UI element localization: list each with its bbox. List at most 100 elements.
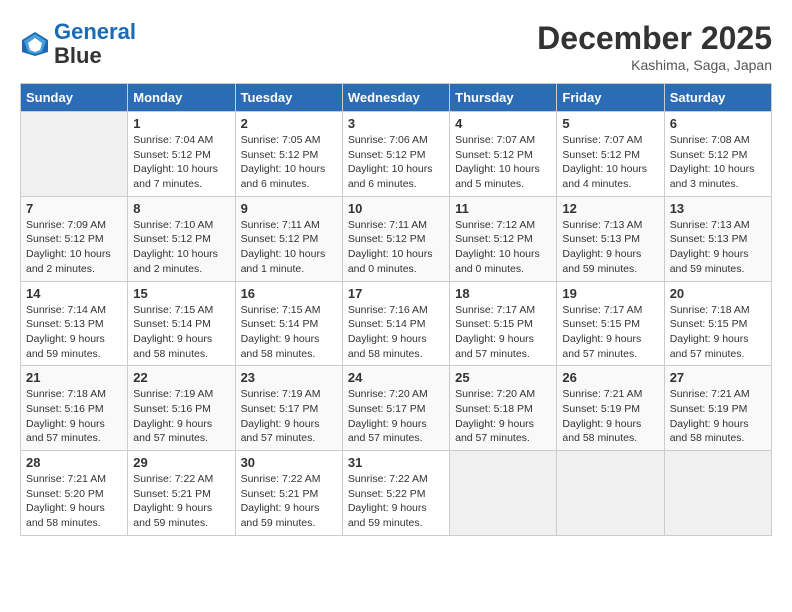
calendar-week-3: 14 Sunrise: 7:14 AM Sunset: 5:13 PM Dayli… <box>21 281 772 366</box>
day-info: Sunrise: 7:06 AM Sunset: 5:12 PM Dayligh… <box>348 133 444 192</box>
day-info: Sunrise: 7:14 AM Sunset: 5:13 PM Dayligh… <box>26 303 122 362</box>
day-info: Sunrise: 7:09 AM Sunset: 5:12 PM Dayligh… <box>26 218 122 277</box>
day-number: 10 <box>348 201 444 216</box>
day-number: 31 <box>348 455 444 470</box>
calendar-cell <box>557 451 664 536</box>
day-number: 25 <box>455 370 551 385</box>
day-number: 13 <box>670 201 766 216</box>
calendar-cell <box>450 451 557 536</box>
calendar-cell: 28 Sunrise: 7:21 AM Sunset: 5:20 PM Dayli… <box>21 451 128 536</box>
day-info: Sunrise: 7:21 AM Sunset: 5:20 PM Dayligh… <box>26 472 122 531</box>
calendar-cell: 7 Sunrise: 7:09 AM Sunset: 5:12 PM Daylig… <box>21 196 128 281</box>
calendar-cell: 20 Sunrise: 7:18 AM Sunset: 5:15 PM Dayli… <box>664 281 771 366</box>
calendar-cell: 15 Sunrise: 7:15 AM Sunset: 5:14 PM Dayli… <box>128 281 235 366</box>
calendar-cell: 8 Sunrise: 7:10 AM Sunset: 5:12 PM Daylig… <box>128 196 235 281</box>
day-info: Sunrise: 7:04 AM Sunset: 5:12 PM Dayligh… <box>133 133 229 192</box>
day-number: 1 <box>133 116 229 131</box>
calendar-cell: 2 Sunrise: 7:05 AM Sunset: 5:12 PM Daylig… <box>235 112 342 197</box>
calendar-cell: 16 Sunrise: 7:15 AM Sunset: 5:14 PM Dayli… <box>235 281 342 366</box>
day-number: 2 <box>241 116 337 131</box>
logo-icon <box>20 30 50 58</box>
day-number: 5 <box>562 116 658 131</box>
day-info: Sunrise: 7:18 AM Sunset: 5:15 PM Dayligh… <box>670 303 766 362</box>
day-number: 8 <box>133 201 229 216</box>
calendar-cell: 19 Sunrise: 7:17 AM Sunset: 5:15 PM Dayli… <box>557 281 664 366</box>
day-number: 19 <box>562 286 658 301</box>
day-number: 16 <box>241 286 337 301</box>
day-number: 9 <box>241 201 337 216</box>
day-info: Sunrise: 7:08 AM Sunset: 5:12 PM Dayligh… <box>670 133 766 192</box>
calendar-table: SundayMondayTuesdayWednesdayThursdayFrid… <box>20 83 772 536</box>
weekday-header-sunday: Sunday <box>21 84 128 112</box>
weekday-header-saturday: Saturday <box>664 84 771 112</box>
day-number: 23 <box>241 370 337 385</box>
calendar-week-4: 21Sunrise: 7:18 AM Sunset: 5:16 PM Dayli… <box>21 366 772 451</box>
day-number: 20 <box>670 286 766 301</box>
calendar-cell: 27 Sunrise: 7:21 AM Sunset: 5:19 PM Dayli… <box>664 366 771 451</box>
day-number: 26 <box>562 370 658 385</box>
calendar-cell: 9 Sunrise: 7:11 AM Sunset: 5:12 PM Daylig… <box>235 196 342 281</box>
day-number: 22 <box>133 370 229 385</box>
day-info: Sunrise: 7:21 AM Sunset: 5:19 PM Dayligh… <box>562 387 658 446</box>
logo-line2: Blue <box>54 44 136 68</box>
day-info: Sunrise: 7:17 AM Sunset: 5:15 PM Dayligh… <box>562 303 658 362</box>
day-info: Sunrise: 7:19 AM Sunset: 5:16 PM Dayligh… <box>133 387 229 446</box>
calendar-cell: 22 Sunrise: 7:19 AM Sunset: 5:16 PM Dayli… <box>128 366 235 451</box>
calendar-cell: 4Sunrise: 7:07 AM Sunset: 5:12 PM Daylig… <box>450 112 557 197</box>
day-info: Sunrise: 7:07 AM Sunset: 5:12 PM Dayligh… <box>455 133 551 192</box>
weekday-header-wednesday: Wednesday <box>342 84 449 112</box>
day-info: Sunrise: 7:05 AM Sunset: 5:12 PM Dayligh… <box>241 133 337 192</box>
calendar-cell: 24 Sunrise: 7:20 AM Sunset: 5:17 PM Dayli… <box>342 366 449 451</box>
calendar-week-2: 7 Sunrise: 7:09 AM Sunset: 5:12 PM Daylig… <box>21 196 772 281</box>
calendar-cell: 21Sunrise: 7:18 AM Sunset: 5:16 PM Dayli… <box>21 366 128 451</box>
logo: General Blue <box>20 20 136 68</box>
day-info: Sunrise: 7:11 AM Sunset: 5:12 PM Dayligh… <box>241 218 337 277</box>
calendar-cell: 23Sunrise: 7:19 AM Sunset: 5:17 PM Dayli… <box>235 366 342 451</box>
day-info: Sunrise: 7:21 AM Sunset: 5:19 PM Dayligh… <box>670 387 766 446</box>
day-number: 7 <box>26 201 122 216</box>
day-info: Sunrise: 7:13 AM Sunset: 5:13 PM Dayligh… <box>562 218 658 277</box>
day-info: Sunrise: 7:10 AM Sunset: 5:12 PM Dayligh… <box>133 218 229 277</box>
title-area: December 2025 Kashima, Saga, Japan <box>537 20 772 73</box>
calendar-cell: 17Sunrise: 7:16 AM Sunset: 5:14 PM Dayli… <box>342 281 449 366</box>
calendar-cell: 10 Sunrise: 7:11 AM Sunset: 5:12 PM Dayli… <box>342 196 449 281</box>
day-number: 30 <box>241 455 337 470</box>
day-number: 15 <box>133 286 229 301</box>
day-number: 3 <box>348 116 444 131</box>
calendar-cell: 13Sunrise: 7:13 AM Sunset: 5:13 PM Dayli… <box>664 196 771 281</box>
calendar-cell: 29Sunrise: 7:22 AM Sunset: 5:21 PM Dayli… <box>128 451 235 536</box>
day-info: Sunrise: 7:11 AM Sunset: 5:12 PM Dayligh… <box>348 218 444 277</box>
calendar-cell: 18Sunrise: 7:17 AM Sunset: 5:15 PM Dayli… <box>450 281 557 366</box>
day-number: 11 <box>455 201 551 216</box>
calendar-cell: 5Sunrise: 7:07 AM Sunset: 5:12 PM Daylig… <box>557 112 664 197</box>
calendar-cell: 12 Sunrise: 7:13 AM Sunset: 5:13 PM Dayli… <box>557 196 664 281</box>
day-info: Sunrise: 7:15 AM Sunset: 5:14 PM Dayligh… <box>133 303 229 362</box>
day-info: Sunrise: 7:17 AM Sunset: 5:15 PM Dayligh… <box>455 303 551 362</box>
day-number: 14 <box>26 286 122 301</box>
day-number: 12 <box>562 201 658 216</box>
page-header: General Blue December 2025 Kashima, Saga… <box>20 20 772 73</box>
logo-text: General Blue <box>54 20 136 68</box>
calendar-cell <box>664 451 771 536</box>
day-number: 24 <box>348 370 444 385</box>
day-info: Sunrise: 7:20 AM Sunset: 5:18 PM Dayligh… <box>455 387 551 446</box>
weekday-header-thursday: Thursday <box>450 84 557 112</box>
calendar-cell: 31 Sunrise: 7:22 AM Sunset: 5:22 PM Dayli… <box>342 451 449 536</box>
day-info: Sunrise: 7:12 AM Sunset: 5:12 PM Dayligh… <box>455 218 551 277</box>
calendar-week-5: 28 Sunrise: 7:21 AM Sunset: 5:20 PM Dayli… <box>21 451 772 536</box>
calendar-cell: 30Sunrise: 7:22 AM Sunset: 5:21 PM Dayli… <box>235 451 342 536</box>
calendar-cell: 26 Sunrise: 7:21 AM Sunset: 5:19 PM Dayli… <box>557 366 664 451</box>
location: Kashima, Saga, Japan <box>537 57 772 73</box>
day-info: Sunrise: 7:15 AM Sunset: 5:14 PM Dayligh… <box>241 303 337 362</box>
day-info: Sunrise: 7:18 AM Sunset: 5:16 PM Dayligh… <box>26 387 122 446</box>
day-number: 27 <box>670 370 766 385</box>
day-info: Sunrise: 7:20 AM Sunset: 5:17 PM Dayligh… <box>348 387 444 446</box>
day-number: 28 <box>26 455 122 470</box>
day-info: Sunrise: 7:22 AM Sunset: 5:22 PM Dayligh… <box>348 472 444 531</box>
calendar-cell: 6Sunrise: 7:08 AM Sunset: 5:12 PM Daylig… <box>664 112 771 197</box>
weekday-header-tuesday: Tuesday <box>235 84 342 112</box>
calendar-cell: 25 Sunrise: 7:20 AM Sunset: 5:18 PM Dayli… <box>450 366 557 451</box>
calendar-cell <box>21 112 128 197</box>
calendar-cell: 11 Sunrise: 7:12 AM Sunset: 5:12 PM Dayli… <box>450 196 557 281</box>
calendar-cell: 1 Sunrise: 7:04 AM Sunset: 5:12 PM Daylig… <box>128 112 235 197</box>
